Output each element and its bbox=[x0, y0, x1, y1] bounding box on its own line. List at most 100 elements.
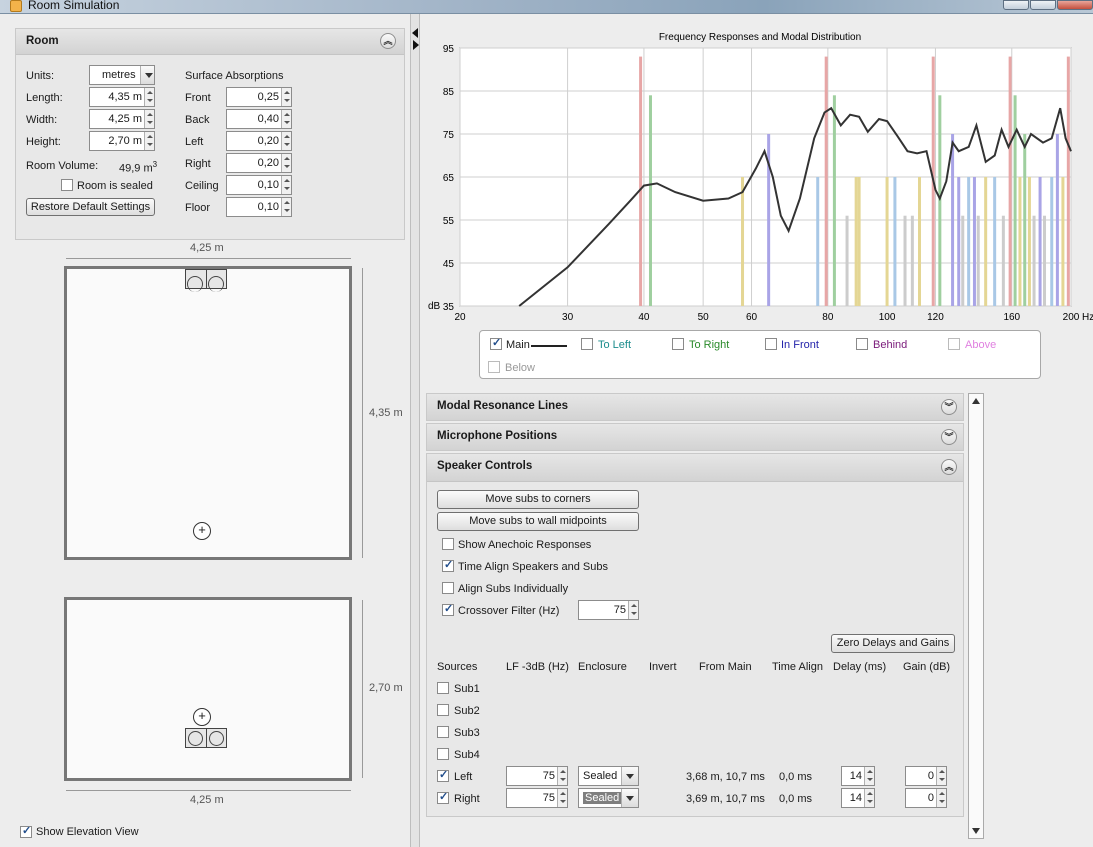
microphone-plan-icon[interactable]: + bbox=[193, 522, 211, 540]
source-left-checkbox[interactable] bbox=[437, 768, 449, 782]
expand-down-icon[interactable]: ︾ bbox=[941, 399, 957, 415]
source-right-checkbox[interactable] bbox=[437, 790, 449, 804]
x-tick-label: 80 bbox=[822, 312, 834, 323]
close-button[interactable] bbox=[1057, 0, 1093, 10]
move-subs-corners-button[interactable]: Move subs to corners bbox=[437, 490, 639, 509]
spinner-arrows-icon[interactable] bbox=[144, 88, 154, 106]
surface-floor-spinner[interactable]: 0,10 bbox=[226, 197, 292, 217]
surface-back-spinner[interactable]: 0,40 bbox=[226, 109, 292, 129]
spinner-arrows-icon[interactable] bbox=[144, 132, 154, 150]
legend-below-checkbox[interactable] bbox=[488, 361, 500, 373]
split-pane-divider[interactable] bbox=[410, 14, 420, 847]
surface-left-spinner[interactable]: 0,20 bbox=[226, 131, 292, 151]
spinner-arrows-icon[interactable] bbox=[628, 601, 638, 619]
spinner-arrows-icon[interactable] bbox=[281, 88, 291, 106]
spinner-arrows-icon[interactable] bbox=[864, 789, 874, 807]
restore-defaults-button[interactable]: Restore Default Settings bbox=[26, 198, 155, 216]
minimize-button[interactable] bbox=[1003, 0, 1029, 10]
source-sub2-label: Sub2 bbox=[454, 705, 480, 717]
speaker-controls-section-header[interactable]: Speaker Controls ︽ bbox=[427, 454, 963, 482]
spinner-arrows-icon[interactable] bbox=[936, 789, 946, 807]
modal-resonance-section-header[interactable]: Modal Resonance Lines ︾ bbox=[426, 393, 964, 421]
spinner-arrows-icon[interactable] bbox=[281, 154, 291, 172]
right-gain-spinner[interactable]: 0 bbox=[905, 788, 947, 808]
left-gain-spinner[interactable]: 0 bbox=[905, 766, 947, 786]
left-lf-spinner[interactable]: 75 bbox=[506, 766, 568, 786]
move-subs-midpoints-button[interactable]: Move subs to wall midpoints bbox=[437, 512, 639, 531]
spinner-arrows-icon[interactable] bbox=[281, 198, 291, 216]
col-invert: Invert bbox=[649, 661, 677, 673]
spinner-arrows-icon[interactable] bbox=[864, 767, 874, 785]
plan-depth-dimension-line bbox=[362, 268, 363, 558]
left-from-main: 3,68 m, 10,7 ms bbox=[686, 771, 765, 783]
source-sub4-checkbox[interactable] bbox=[437, 748, 449, 760]
legend-to-right-checkbox[interactable] bbox=[672, 338, 684, 350]
spinner-arrows-icon[interactable] bbox=[281, 176, 291, 194]
left-delay-spinner[interactable]: 14 bbox=[841, 766, 875, 786]
modal-line-bar bbox=[648, 95, 652, 306]
spinner-arrows-icon[interactable] bbox=[557, 789, 567, 807]
height-label: Height: bbox=[26, 136, 61, 148]
collapse-up-icon[interactable]: ︽ bbox=[941, 459, 957, 475]
collapse-up-icon[interactable]: ︽ bbox=[380, 33, 396, 49]
zero-delays-gains-button[interactable]: Zero Delays and Gains bbox=[831, 634, 955, 653]
right-delay-spinner[interactable]: 14 bbox=[841, 788, 875, 808]
room-sealed-checkbox[interactable] bbox=[61, 179, 73, 191]
dropdown-arrow-icon bbox=[140, 66, 154, 84]
collapse-left-icon[interactable] bbox=[412, 28, 418, 38]
right-lf-spinner[interactable]: 75 bbox=[506, 788, 568, 808]
length-spinner[interactable]: 4,35 m bbox=[89, 87, 155, 107]
microphone-positions-section-header[interactable]: Microphone Positions ︾ bbox=[426, 423, 964, 451]
speaker-pair-plan[interactable] bbox=[185, 269, 227, 292]
legend-in-front-checkbox[interactable] bbox=[765, 338, 777, 350]
modal-line-bar bbox=[741, 177, 745, 306]
expand-right-icon[interactable] bbox=[413, 40, 419, 50]
spinner-arrows-icon[interactable] bbox=[281, 132, 291, 150]
surface-front-spinner[interactable]: 0,25 bbox=[226, 87, 292, 107]
modal-line-bar bbox=[1032, 215, 1036, 306]
crossover-checkbox[interactable] bbox=[442, 602, 454, 616]
microphone-elevation-icon[interactable]: + bbox=[193, 708, 211, 726]
speaker-controls-panel: Speaker Controls ︽ Move subs to corners … bbox=[426, 453, 964, 817]
spinner-arrows-icon[interactable] bbox=[281, 110, 291, 128]
scroll-up-icon[interactable] bbox=[972, 398, 980, 404]
spinner-arrows-icon[interactable] bbox=[557, 767, 567, 785]
right-enclosure-select[interactable]: Sealed bbox=[578, 788, 639, 808]
modal-line-bar bbox=[1008, 56, 1012, 306]
modal-line-bar bbox=[976, 215, 980, 306]
title-bar: Room Simulation bbox=[0, 0, 1093, 14]
crossover-spinner[interactable]: 75 bbox=[578, 600, 639, 620]
left-enclosure-select[interactable]: Sealed bbox=[578, 766, 639, 786]
room-plan-view[interactable]: + bbox=[64, 266, 352, 560]
surface-left-label: Left bbox=[185, 136, 204, 148]
surface-absorptions-title: Surface Absorptions bbox=[185, 70, 284, 82]
spinner-arrows-icon[interactable] bbox=[936, 767, 946, 785]
surface-right-spinner[interactable]: 0,20 bbox=[226, 153, 292, 173]
room-elevation-view[interactable]: + bbox=[64, 597, 352, 781]
spinner-arrows-icon[interactable] bbox=[144, 110, 154, 128]
speaker-pair-elevation[interactable] bbox=[185, 728, 227, 748]
time-align-checkbox[interactable] bbox=[442, 558, 454, 572]
source-sub2-checkbox[interactable] bbox=[437, 704, 449, 716]
controls-scrollbar[interactable] bbox=[968, 393, 984, 839]
height-spinner[interactable]: 2,70 m bbox=[89, 131, 155, 151]
volume-unit-exponent: 3 bbox=[152, 160, 158, 169]
room-panel-header[interactable]: Room ︽ bbox=[16, 29, 404, 55]
legend-behind-checkbox[interactable] bbox=[856, 338, 868, 350]
volume-number: 49,9 m bbox=[119, 162, 153, 175]
show-anechoic-checkbox[interactable] bbox=[442, 538, 454, 550]
legend-to-left-checkbox[interactable] bbox=[581, 338, 593, 350]
units-select[interactable]: metres bbox=[89, 65, 155, 85]
align-subs-checkbox[interactable] bbox=[442, 582, 454, 594]
source-sub1-checkbox[interactable] bbox=[437, 682, 449, 694]
show-elevation-checkbox[interactable] bbox=[20, 824, 32, 838]
legend-main-checkbox[interactable] bbox=[490, 336, 502, 350]
legend-above-checkbox[interactable] bbox=[948, 338, 960, 350]
source-sub3-checkbox[interactable] bbox=[437, 726, 449, 738]
surface-ceiling-spinner[interactable]: 0,10 bbox=[226, 175, 292, 195]
expand-down-icon[interactable]: ︾ bbox=[941, 429, 957, 445]
maximize-button[interactable] bbox=[1030, 0, 1056, 10]
scroll-down-icon[interactable] bbox=[972, 828, 980, 834]
left-enclosure-value: Sealed bbox=[583, 770, 618, 782]
width-spinner[interactable]: 4,25 m bbox=[89, 109, 155, 129]
